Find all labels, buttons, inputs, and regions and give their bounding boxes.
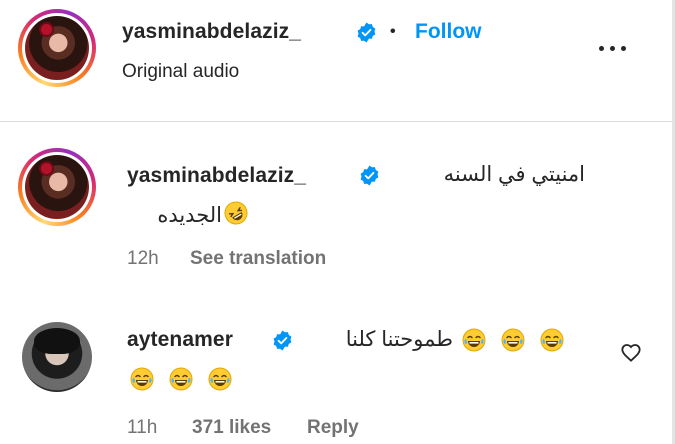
laughing-crying-emoji-icon xyxy=(169,367,193,391)
laughing-crying-emoji-icon xyxy=(540,328,564,352)
reply-button[interactable]: Reply xyxy=(307,417,359,439)
caption-timestamp[interactable]: 12h xyxy=(127,248,159,270)
see-translation-button[interactable]: See translation xyxy=(190,248,326,270)
verified-badge-icon xyxy=(360,165,379,186)
comment-timestamp[interactable]: 11h xyxy=(127,417,157,439)
audio-label[interactable]: Original audio xyxy=(122,61,239,83)
caption-username[interactable]: yasminabdelaziz_ xyxy=(127,164,306,188)
more-options-icon[interactable] xyxy=(597,38,633,58)
commenter-avatar[interactable] xyxy=(22,322,92,392)
caption-avatar[interactable] xyxy=(18,148,96,226)
verified-badge-icon xyxy=(357,22,376,43)
heart-icon[interactable] xyxy=(620,342,642,362)
author-username[interactable]: yasminabdelaziz_ xyxy=(122,20,301,44)
laughing-crying-emoji-icon xyxy=(462,328,486,352)
author-avatar[interactable] xyxy=(18,9,96,87)
comment-text: طموحتنا كلنا xyxy=(345,328,453,351)
rolling-laughing-emoji-icon xyxy=(224,201,248,225)
caption-text-line2: الجديده xyxy=(157,204,222,227)
separator-dot: • xyxy=(390,23,396,40)
follow-button[interactable]: Follow xyxy=(415,20,482,44)
comment-username[interactable]: aytenamer xyxy=(127,328,233,352)
post-header: yasminabdelaziz_ • Follow Original audio xyxy=(0,0,672,122)
caption-text-line1: امنيتي في السنه xyxy=(443,163,585,186)
comment-likes[interactable]: 371 likes xyxy=(192,417,271,439)
laughing-crying-emoji-icon xyxy=(130,367,154,391)
laughing-crying-emoji-icon xyxy=(501,328,525,352)
verified-badge-icon xyxy=(273,330,292,351)
laughing-crying-emoji-icon xyxy=(208,367,232,391)
